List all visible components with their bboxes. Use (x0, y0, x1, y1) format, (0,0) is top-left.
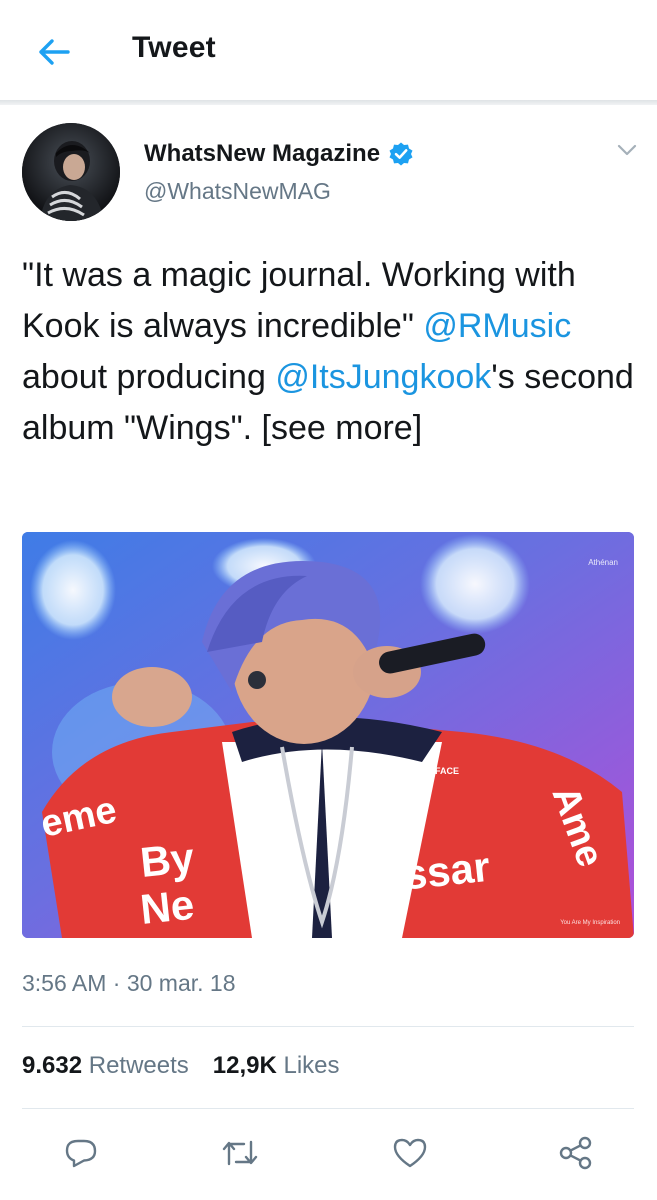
retweets-label: Retweets (88, 1052, 189, 1079)
svg-text:Ne: Ne (138, 881, 196, 933)
tweet-actions-bar (0, 1130, 657, 1176)
retweets-stat[interactable]: 9.632 Retweets (22, 1052, 189, 1080)
retweet-icon (222, 1140, 258, 1166)
likes-stat[interactable]: 12,9K Likes (213, 1052, 340, 1080)
heart-icon (393, 1138, 427, 1168)
mention-link[interactable]: @ItsJungkook (275, 358, 491, 396)
divider (22, 1108, 634, 1109)
avatar-image (22, 123, 120, 221)
svg-text:An: An (367, 793, 420, 840)
retweets-count: 9.632 (22, 1052, 83, 1079)
chevron-down-icon (617, 144, 637, 156)
share-icon (559, 1136, 592, 1170)
retweet-button[interactable] (217, 1130, 263, 1176)
divider (22, 1026, 634, 1027)
author-handle[interactable]: @WhatsNewMAG (144, 178, 331, 205)
tweet-menu-button[interactable] (614, 140, 640, 160)
arrow-left-icon (39, 39, 70, 65)
svg-text:THE NORTH FACE: THE NORTH FACE (380, 766, 459, 776)
reply-button[interactable] (58, 1130, 104, 1176)
see-more-link[interactable]: [see more] (262, 409, 423, 447)
media-watermark: Athénan (588, 558, 618, 567)
likes-count: 12,9K (212, 1052, 277, 1079)
top-bar: Tweet (0, 0, 657, 100)
concert-photo: eme By Ne An essar Ame THE NORTH FACE (22, 532, 634, 938)
header-divider (0, 100, 657, 105)
author-name-row[interactable]: WhatsNew Magazine (144, 140, 414, 168)
svg-text:By: By (138, 834, 197, 886)
media-caption: You Are My Inspiration (560, 920, 620, 926)
tweet-stats: 9.632 Retweets 12,9K Likes (22, 1052, 340, 1080)
share-button[interactable] (553, 1130, 599, 1176)
author-name[interactable]: WhatsNew Magazine (144, 140, 380, 168)
avatar[interactable] (22, 123, 120, 221)
tweet-text: "It was a magic journal. Working with Ko… (22, 250, 642, 454)
page-title: Tweet (132, 31, 216, 64)
like-button[interactable] (387, 1130, 433, 1176)
tweet-timestamp[interactable]: 3:56 AM · 30 mar. 18 (22, 970, 236, 997)
tweet-media-image[interactable]: eme By Ne An essar Ame THE NORTH FACE At… (22, 532, 634, 938)
reply-icon (65, 1139, 97, 1168)
tweet-text-part: about producing (22, 358, 276, 396)
back-button[interactable] (34, 34, 74, 70)
mention-link[interactable]: @RMusic (423, 307, 571, 345)
likes-label: Likes (283, 1052, 340, 1079)
verified-badge-icon (388, 141, 414, 167)
